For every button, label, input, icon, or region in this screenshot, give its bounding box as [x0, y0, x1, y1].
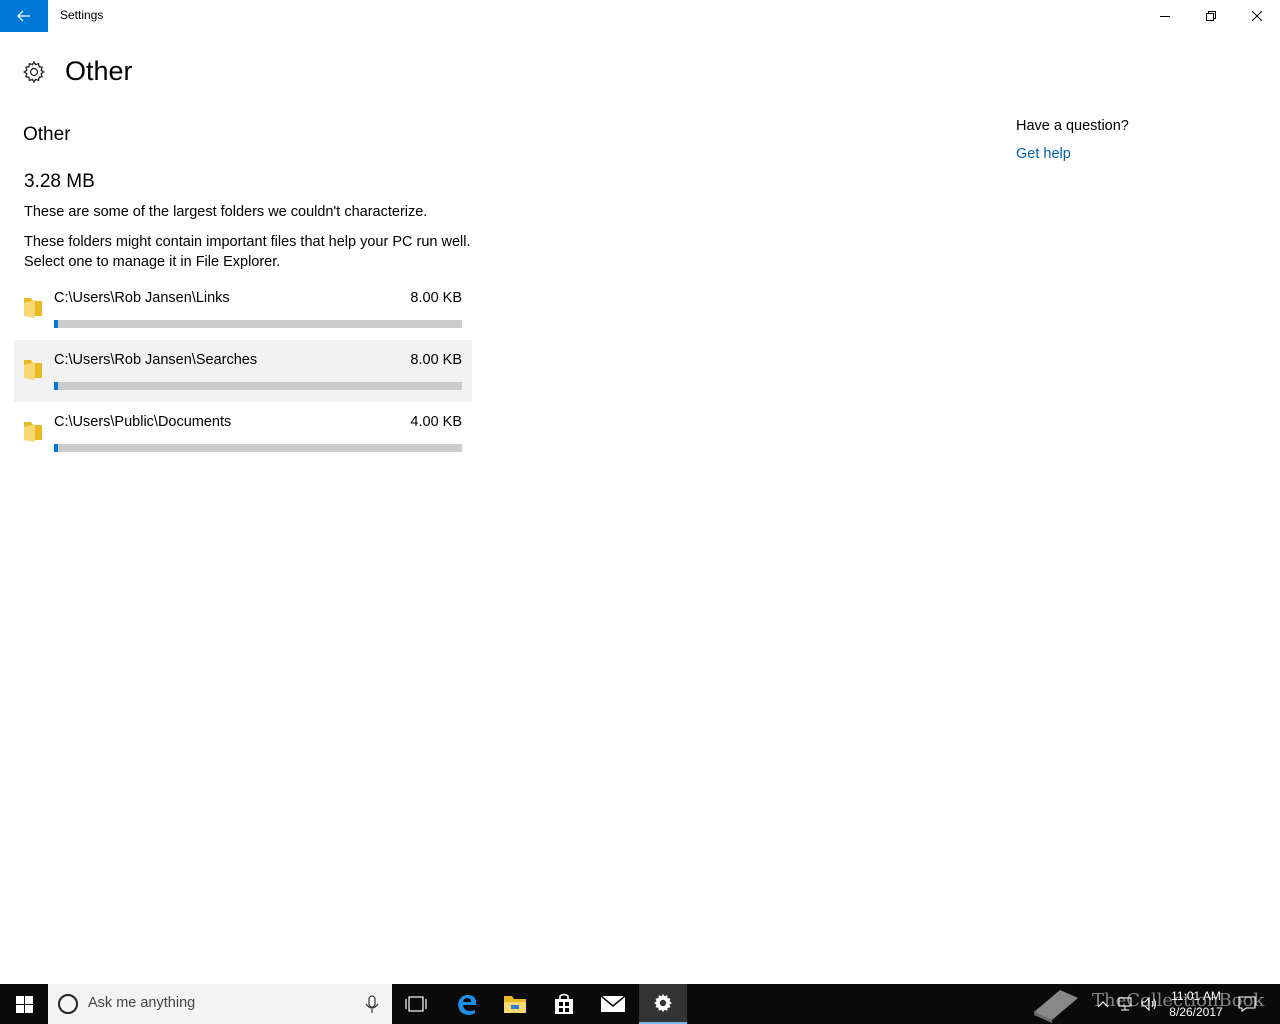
edge-button[interactable]	[443, 984, 491, 1024]
minimize-button[interactable]	[1142, 0, 1188, 32]
minimize-icon	[1160, 16, 1170, 17]
folder-path: C:\Users\Rob Jansen\Searches	[54, 352, 258, 368]
folder-icon	[24, 298, 42, 318]
network-button[interactable]	[1116, 994, 1134, 1014]
folder-row-searches[interactable]: C:\Users\Rob Jansen\Searches 8.00 KB	[14, 340, 472, 402]
start-button[interactable]	[0, 984, 48, 1024]
search-placeholder: Ask me anything	[88, 995, 196, 1011]
usage-bar-fill	[54, 382, 59, 390]
description-text: These are some of the largest folders we…	[24, 204, 428, 220]
mail-icon	[600, 995, 626, 1012]
gear-icon	[654, 993, 672, 1013]
settings-taskbar-button[interactable]	[639, 984, 687, 1024]
search-box[interactable]: Ask me anything	[48, 984, 392, 1024]
description-text-2: These folders might contain important fi…	[24, 234, 471, 270]
folder-path: C:\Users\Rob Jansen\Links	[54, 290, 230, 306]
usage-bar	[54, 444, 462, 452]
usage-bar-fill	[54, 320, 59, 328]
folder-icon	[24, 422, 42, 442]
window-title: Settings	[60, 8, 104, 22]
folder-size: 8.00 KB	[410, 290, 462, 306]
folder-size: 8.00 KB	[410, 352, 462, 368]
section-heading: Other	[23, 124, 71, 145]
edge-icon	[458, 995, 477, 1015]
file-explorer-button[interactable]	[491, 984, 539, 1024]
chevron-up-icon	[1097, 1001, 1109, 1008]
folder-icon	[24, 360, 42, 380]
volume-icon	[1141, 996, 1157, 1012]
close-icon	[1252, 11, 1262, 21]
help-question: Have a question?	[1016, 118, 1129, 134]
page-title: Other	[65, 56, 133, 86]
windows-logo-icon	[15, 995, 33, 1013]
action-center-button[interactable]	[1238, 994, 1256, 1014]
clock[interactable]: 11:01 AM 8/26/2017	[1160, 988, 1232, 1020]
folder-path: C:\Users\Public\Documents	[54, 414, 232, 430]
restore-icon	[1206, 11, 1216, 21]
folder-size: 4.00 KB	[410, 414, 462, 430]
store-button[interactable]	[540, 984, 588, 1024]
file-explorer-icon	[504, 996, 526, 1013]
get-help-link[interactable]: Get help	[1016, 146, 1071, 162]
volume-button[interactable]	[1140, 994, 1158, 1014]
close-button[interactable]	[1234, 0, 1280, 32]
gear-icon	[23, 60, 45, 84]
show-hidden-icons-button[interactable]	[1094, 994, 1112, 1014]
cortana-icon	[58, 994, 78, 1014]
clock-time: 11:01 AM	[1171, 989, 1221, 1003]
title-bar: Settings	[0, 0, 1280, 32]
usage-bar	[54, 320, 462, 328]
folder-row-public-documents[interactable]: C:\Users\Public\Documents 4.00 KB	[14, 402, 472, 464]
clock-date: 8/26/2017	[1169, 1005, 1223, 1019]
total-size: 3.28 MB	[24, 171, 95, 192]
mail-button[interactable]	[589, 984, 637, 1024]
back-button[interactable]	[0, 0, 48, 32]
folder-row-links[interactable]: C:\Users\Rob Jansen\Links 8.00 KB	[14, 278, 472, 340]
store-icon	[555, 993, 573, 1014]
notification-icon	[1238, 996, 1256, 1012]
usage-bar-fill	[54, 444, 59, 452]
task-view-icon	[405, 996, 427, 1012]
taskbar: Ask me anything TheCollectionBook 11:01 …	[0, 984, 1280, 1024]
back-arrow-icon	[17, 10, 30, 22]
network-icon	[1118, 997, 1132, 1011]
book-logo-icon	[1034, 990, 1078, 1023]
task-view-button[interactable]	[392, 984, 440, 1024]
usage-bar	[54, 382, 462, 390]
microphone-icon[interactable]	[362, 994, 382, 1014]
restore-button[interactable]	[1188, 0, 1234, 32]
